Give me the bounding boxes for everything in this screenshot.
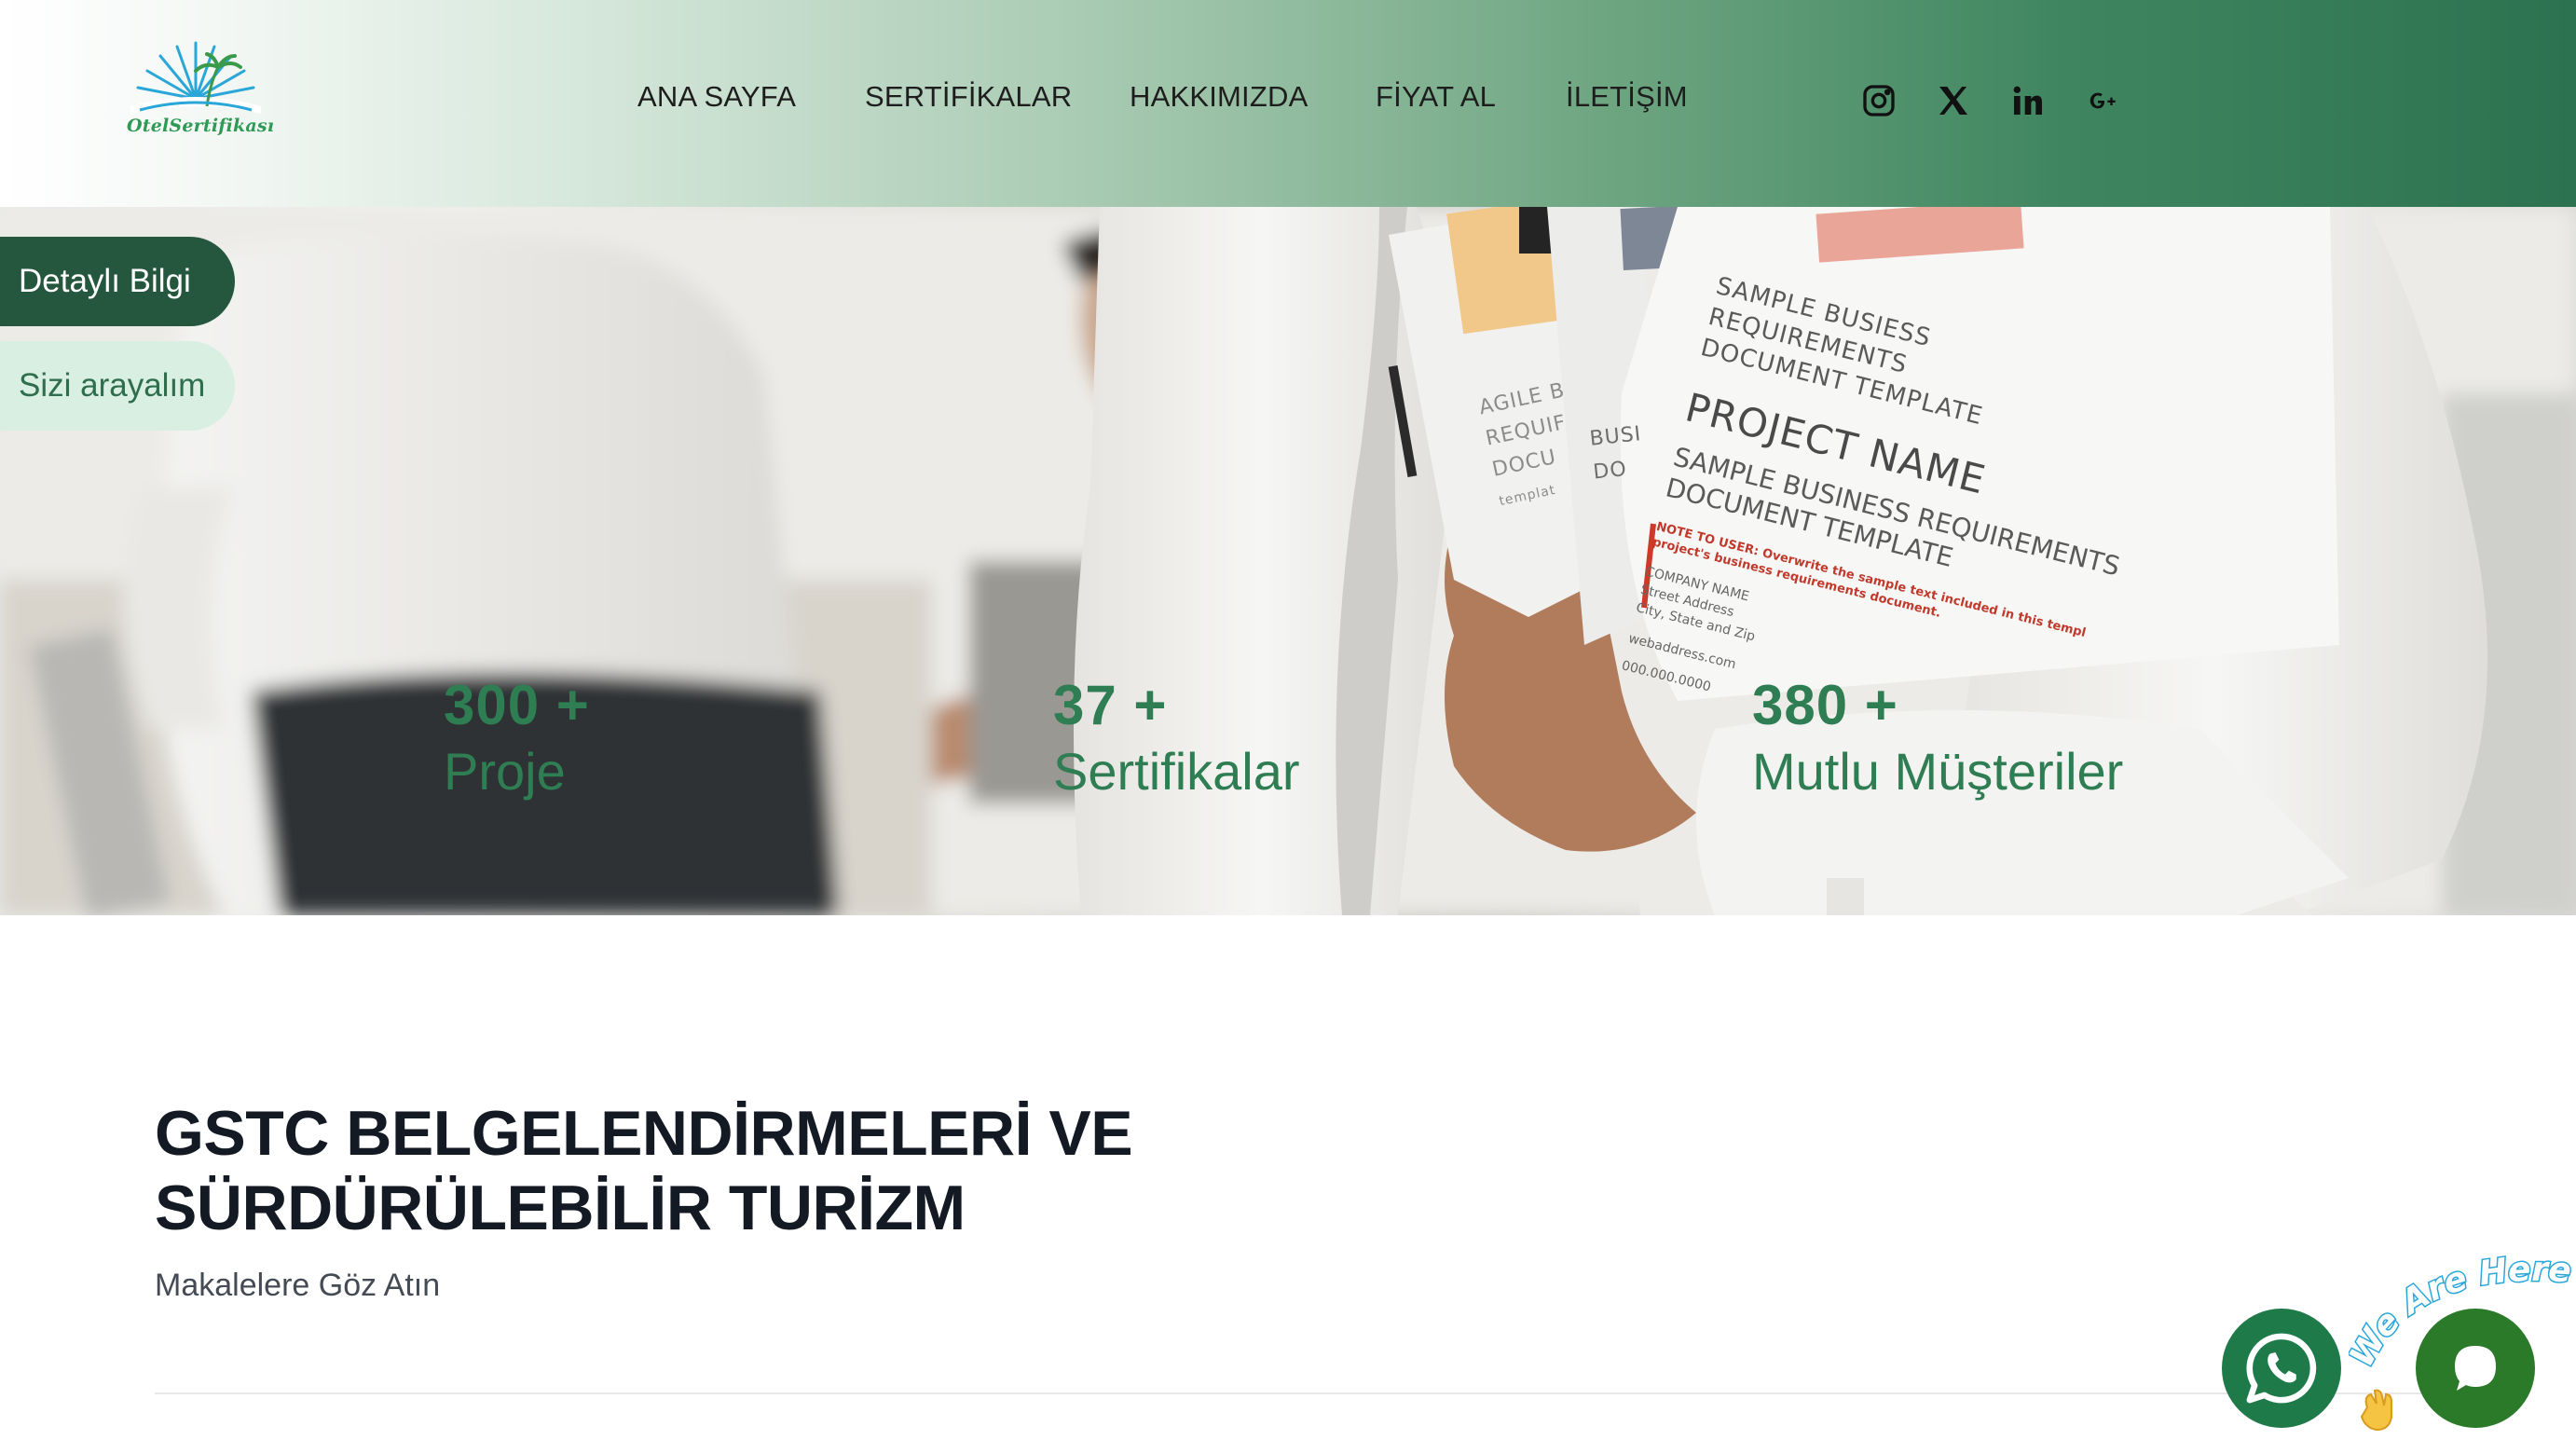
nav-item-get-price[interactable]: FİYAT AL [1376, 80, 1496, 114]
divider [155, 1392, 2485, 1394]
instagram-icon[interactable] [1860, 82, 1898, 119]
live-chat-button[interactable] [2416, 1309, 2535, 1428]
document-line: DO [1592, 457, 1628, 485]
stat-projects: 300 + Proje [444, 673, 590, 802]
nav-item-contact[interactable]: İLETİŞİM [1566, 80, 1688, 114]
stat-number: 37 + [1053, 674, 1168, 736]
hero-background-image [0, 207, 2576, 915]
waving-hand-icon [2360, 1389, 2392, 1432]
x-twitter-icon[interactable] [1935, 82, 1972, 119]
chat-bubble-icon [2455, 1346, 2496, 1391]
stat-certificates: 37 + Sertifikalar [1053, 673, 1300, 802]
stat-number: 300 + [444, 674, 590, 736]
site-header: OtelSertifikası ANA SAYFA SERTİFİKALAR H… [0, 0, 2576, 207]
stat-label: Mutlu Müşteriler [1752, 742, 2124, 801]
document-sheet-business: BUSI DO [1588, 418, 1647, 489]
google-plus-icon[interactable] [2084, 82, 2121, 119]
whatsapp-button[interactable] [2222, 1309, 2341, 1428]
nav-item-certificates[interactable]: SERTİFİKALAR [865, 80, 1072, 114]
detailed-info-button[interactable]: Detaylı Bilgi [0, 237, 235, 326]
document-line: BUSI [1588, 422, 1643, 451]
whatsapp-icon [2246, 1333, 2317, 1404]
call-me-button[interactable]: Sizi arayalım [0, 341, 235, 431]
nav-item-about[interactable]: HAKKIMIZDA [1130, 80, 1308, 114]
hero-banner: AGILE B REQUIF DOCU templat BUSI DO SAMP… [0, 207, 2576, 915]
logo-text: OtelSertifikası [127, 116, 275, 136]
stat-label: Sertifikalar [1053, 742, 1300, 801]
nav-item-home[interactable]: ANA SAYFA [637, 80, 796, 114]
section-title-line: GSTC BELGELENDİRMELERİ VE [155, 1098, 1133, 1169]
linkedin-icon[interactable] [2009, 82, 2047, 119]
section-subtitle: Makalelere Göz Atın [155, 1268, 441, 1303]
section-title-line: SÜRDÜRÜLEBİLİR TURİZM [155, 1173, 966, 1243]
stat-label: Proje [444, 742, 566, 801]
section-title: GSTC BELGELENDİRMELERİ VE SÜRDÜRÜLEBİLİR… [155, 1096, 1273, 1245]
stat-number: 380 + [1752, 674, 1898, 736]
stat-happy-customers: 380 + Mutlu Müşteriler [1752, 673, 2123, 802]
